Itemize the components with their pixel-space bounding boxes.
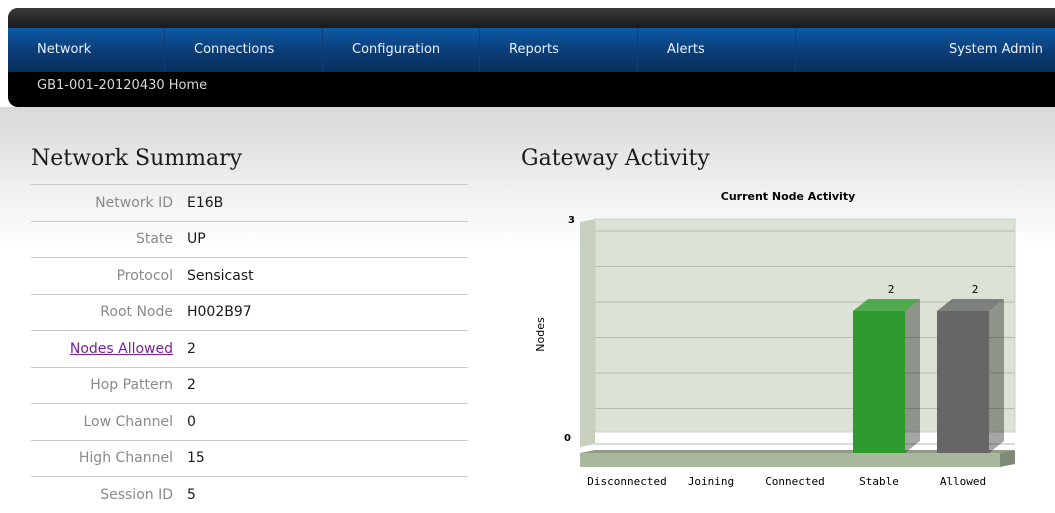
nav-system-admin[interactable]: System Admin (796, 28, 1055, 72)
chart-y-tick: 3 (568, 215, 575, 226)
summary-value: 15 (187, 440, 468, 477)
network-summary-table: Network IDE16BStateUPProtocolSensicastRo… (31, 184, 468, 513)
chart-x-tick: Joining (688, 475, 734, 488)
summary-value: UP (187, 221, 468, 258)
breadcrumb: GB1-001-20120430 Home (37, 78, 207, 93)
chart-x-tick: Connected (765, 475, 825, 488)
summary-value: 2 (187, 367, 468, 404)
chart-y-tick: 0 (564, 433, 571, 444)
chart-x-tick: Stable (859, 475, 899, 488)
summary-label: Network ID (31, 185, 187, 222)
chart-title: Current Node Activity (721, 190, 856, 203)
summary-row: High Channel15 (31, 440, 468, 477)
node-activity-chart: Current Node Activity Nodes 3 0 Disconnected… (520, 180, 1055, 490)
summary-label-cell[interactable]: Nodes Allowed (31, 331, 187, 368)
summary-label: Root Node (31, 294, 187, 331)
header-top-strip (8, 8, 1055, 28)
nav-connections[interactable]: Connections (165, 28, 323, 72)
summary-label: Protocol (31, 258, 187, 295)
chart-x-tick: Allowed (940, 475, 986, 488)
header: Network Connections Configuration Report… (8, 8, 1055, 107)
chart-data-label: 2 (972, 283, 979, 296)
chart-x-tick: Disconnected (587, 475, 666, 488)
summary-label: Low Channel (31, 404, 187, 441)
summary-row: Low Channel0 (31, 404, 468, 441)
nav-network[interactable]: Network (8, 28, 165, 72)
summary-row: Session ID5 (31, 477, 468, 513)
summary-row: Nodes Allowed 2 (31, 331, 468, 368)
nav-alerts[interactable]: Alerts (638, 28, 796, 72)
gateway-activity-title: Gateway Activity (521, 146, 710, 171)
nav-reports[interactable]: Reports (480, 28, 638, 72)
chart-bar (937, 311, 989, 453)
summary-row: Network IDE16B (31, 185, 468, 222)
chart-bar (853, 311, 905, 453)
summary-label: High Channel (31, 440, 187, 477)
summary-label: State (31, 221, 187, 258)
summary-label: Session ID (31, 477, 187, 513)
chart-bar-side (989, 299, 1004, 453)
summary-label: Hop Pattern (31, 367, 187, 404)
summary-value: Sensicast (187, 258, 468, 295)
summary-value: 2 (187, 331, 468, 368)
chart-data-label: 2 (888, 283, 895, 296)
summary-row: StateUP (31, 221, 468, 258)
chart-floor-front (580, 453, 1000, 467)
main-nav: Network Connections Configuration Report… (8, 28, 1055, 72)
summary-value: E16B (187, 185, 468, 222)
summary-value: 0 (187, 404, 468, 441)
summary-value: 5 (187, 477, 468, 513)
network-summary-title: Network Summary (31, 146, 242, 171)
nav-configuration[interactable]: Configuration (323, 28, 480, 72)
chart-side-wall (580, 219, 595, 447)
chart-y-axis-label: Nodes (534, 317, 547, 352)
summary-row: Root NodeH002B97 (31, 294, 468, 331)
summary-value: H002B97 (187, 294, 468, 331)
summary-row: Hop Pattern2 (31, 367, 468, 404)
summary-row: ProtocolSensicast (31, 258, 468, 295)
nodes-allowed-link[interactable]: Nodes Allowed (70, 341, 173, 357)
chart-bar-side (905, 299, 920, 453)
